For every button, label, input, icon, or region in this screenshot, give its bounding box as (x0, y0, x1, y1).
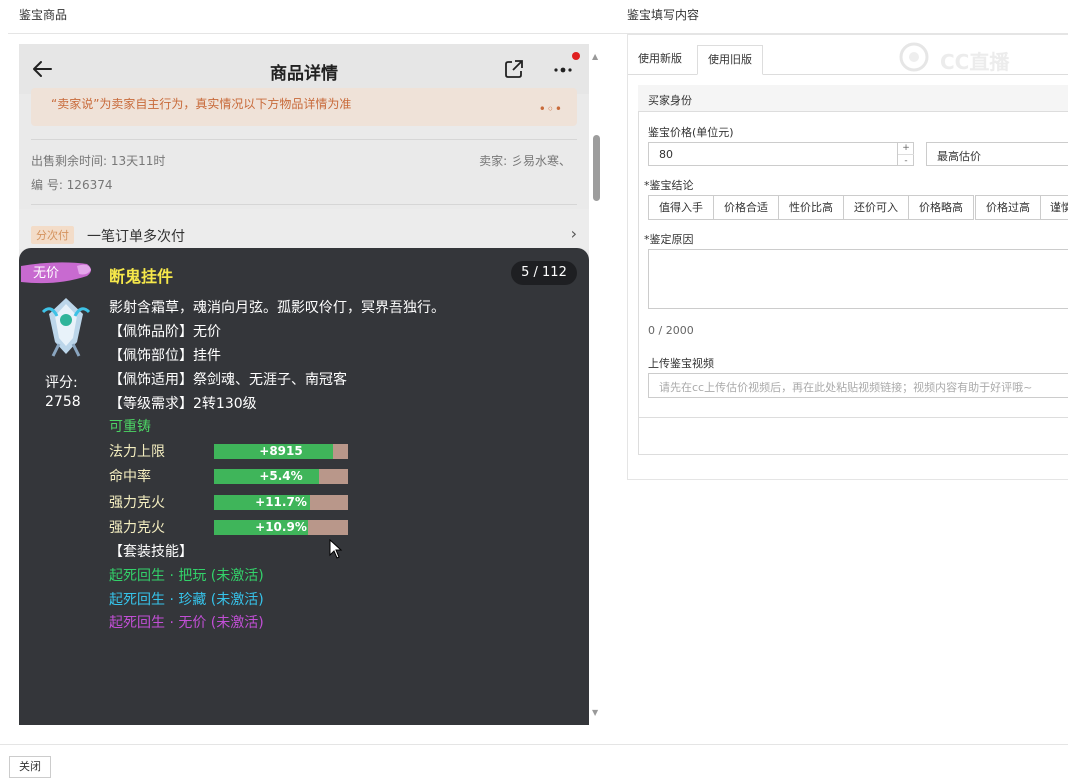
divider (31, 204, 577, 205)
score-value: 2758 (45, 394, 81, 410)
item-description: 影射含霜草，魂消向月弦。孤影叹伶仃，冥界吾独行。 (109, 300, 445, 316)
conclusion-option[interactable]: 还价可入 (843, 195, 909, 220)
notice-dots-icon: •◦• (538, 102, 563, 116)
tab-new-version[interactable]: 使用新版 (628, 45, 692, 75)
stat-value: +11.7% (255, 495, 307, 509)
increment-icon[interactable]: + (898, 142, 914, 154)
scrollbar-thumb[interactable] (593, 135, 600, 201)
notification-dot (572, 52, 580, 60)
item-grade: 【佩饰品阶】无价 (109, 324, 221, 340)
stat-bar: +8915 (214, 444, 348, 459)
conclusion-option[interactable]: 价格过高 (975, 195, 1041, 220)
stat-label: 强力克火 (109, 495, 165, 511)
conclusion-option[interactable]: 谨慎 (1040, 195, 1068, 220)
stat-value: +8915 (259, 444, 303, 458)
scroll-up-icon[interactable]: ▲ (592, 52, 598, 61)
notice-text: “卖家说”为卖家自主行为，真实情况以下方物品详情为准 (51, 97, 352, 111)
score-label: 评分: (45, 375, 78, 391)
installment-text: 一笔订单多次付 (87, 229, 185, 245)
seller-name[interactable]: 卖家: 彡易水寒、 (479, 152, 571, 169)
divider (0, 744, 1068, 745)
item-slot: 【佩饰部位】挂件 (109, 348, 221, 364)
conclusion-option[interactable]: 值得入手 (648, 195, 714, 220)
chevron-right-icon: › (570, 224, 577, 243)
product-detail-preview: 商品详情 “卖家说”为卖家自主行为，真实情况以下方物品详情为准 •◦• 出售剩余… (19, 44, 589, 725)
tab-old-version[interactable]: 使用旧版 (697, 45, 763, 75)
close-button[interactable]: 关闭 (9, 756, 51, 778)
item-name: 断鬼挂件 (109, 267, 174, 286)
seller-notice: “卖家说”为卖家自主行为，真实情况以下方物品详情为准 •◦• (31, 88, 577, 126)
conclusion-option[interactable]: 价格合适 (713, 195, 779, 220)
stat-label: 强力克火 (109, 520, 165, 536)
remaining-time: 出售剩余时间: 13天11时 (31, 154, 166, 168)
set-skill: 起死回生 · 无价 (未激活) (109, 615, 264, 631)
conclusion-label: *鉴宝结论 (644, 179, 694, 192)
installment-badge: 分次付 (31, 226, 74, 244)
divider (638, 417, 1068, 418)
char-count: 0 / 2000 (648, 324, 694, 337)
reason-label: *鉴定原因 (644, 233, 694, 246)
serial-number: 编 号: 126374 (31, 178, 113, 192)
item-classes: 【佩饰适用】祭剑魂、无涯子、南冠客 (109, 372, 347, 388)
stat-value: +5.4% (259, 469, 303, 483)
stat-bar: +10.9% (214, 520, 348, 535)
video-link-input[interactable]: 请先在cc上传估价视频后，再在此处粘贴视频链接；视频内容有助于好评哦~ (648, 373, 1068, 398)
rank-ribbon-text: 无价 (33, 266, 60, 281)
installment-row[interactable]: 分次付 一笔订单多次付 › (19, 209, 589, 249)
cc-live-logo-text: CC直播 (940, 50, 1010, 74)
reason-textarea[interactable] (648, 249, 1068, 309)
stat-bar: +11.7% (214, 495, 348, 510)
section-title-goods: 鉴宝商品 (19, 8, 68, 22)
scroll-down-icon[interactable]: ▼ (592, 708, 598, 717)
price-label: 鉴宝价格(单位元) (648, 126, 734, 139)
decrement-icon[interactable]: - (898, 154, 914, 166)
page-indicator: 5 / 112 (511, 261, 577, 285)
price-input[interactable]: 80 (648, 142, 914, 166)
panel-title: 买家身份 (648, 94, 692, 107)
set-skill: 起死回生 · 把玩 (未激活) (109, 568, 264, 584)
price-stepper[interactable]: + - (897, 142, 914, 166)
panel-header: 买家身份 (638, 85, 1068, 112)
pendant-item-icon (41, 298, 91, 357)
stat-label: 命中率 (109, 469, 151, 485)
set-skill-title: 【套装技能】 (109, 544, 193, 560)
section-title-form: 鉴宝填写内容 (627, 8, 700, 22)
conclusion-option[interactable]: 价格略高 (908, 195, 974, 220)
stat-label: 法力上限 (109, 444, 165, 460)
stat-bar: +5.4% (214, 469, 348, 484)
set-skill: 起死回生 · 珍藏 (未激活) (109, 592, 264, 608)
mouse-cursor-icon (329, 539, 343, 559)
item-level: 【等级需求】2转130级 (109, 396, 257, 412)
more-icon[interactable] (552, 66, 576, 74)
estimate-select[interactable]: 最高估价 (926, 142, 1068, 166)
divider (31, 139, 577, 140)
stat-value: +10.9% (255, 520, 307, 534)
conclusion-option[interactable]: 性价比高 (778, 195, 844, 220)
item-tooltip-card: 无价 断鬼挂件 5 / 112 评分: 2758 影射含霜草，魂消向月弦。孤影叹… (19, 248, 589, 725)
share-icon[interactable] (503, 58, 525, 80)
video-label: 上传鉴宝视频 (648, 357, 714, 370)
recast-status: 可重铸 (109, 419, 151, 435)
